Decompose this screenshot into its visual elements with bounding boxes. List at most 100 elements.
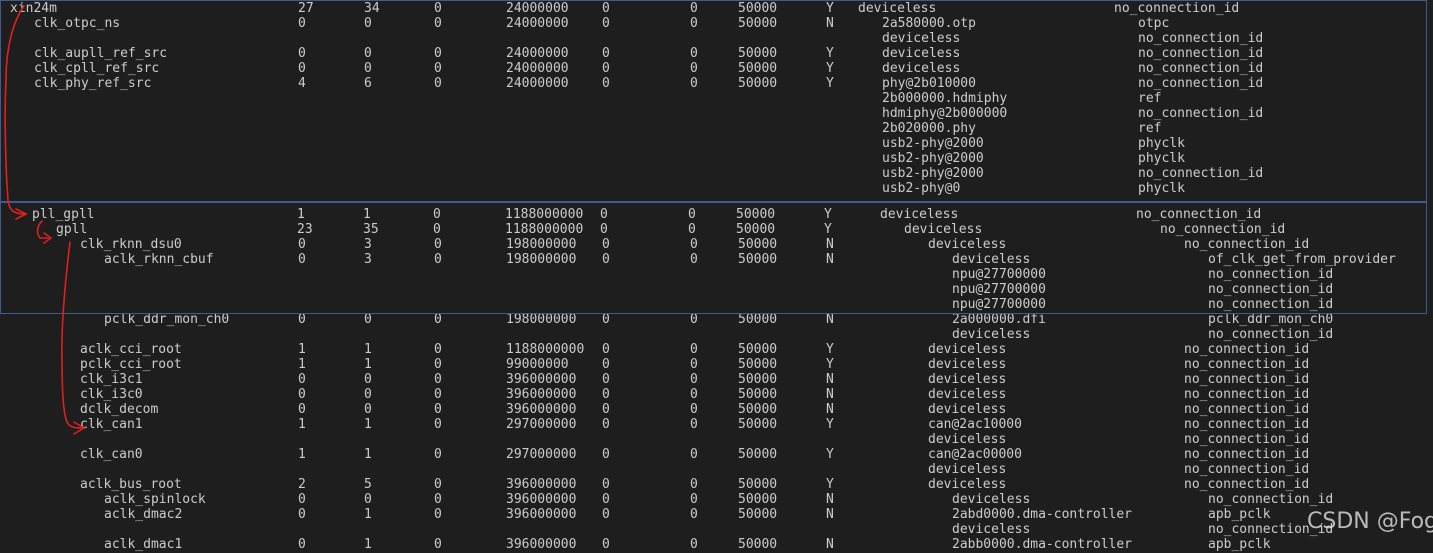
connection-id-cell: no_connection_id (1184, 372, 1310, 387)
phase-cell: 0 (688, 207, 696, 222)
clock-name-cell: aclk_spinlock (104, 492, 206, 507)
clk-summary-row: dclk_decom 0 0 0 396000000 0 0 50000 Ndeviceless… (0, 402, 1433, 417)
clk-summary-row: deviceless no_connection_id (0, 31, 1433, 46)
clk-summary-row: clk_otpc_ns 0 0 0 24000000 0 0 50000 N 2a580000.o… (0, 16, 1433, 31)
accuracy-cell: 0 (600, 222, 608, 237)
consumer-device-cell: 2b020000.phy (882, 121, 976, 136)
rate-cell: 24000000 (506, 46, 569, 61)
phase-cell: 0 (690, 61, 698, 76)
clock-name-cell: clk_rknn_dsu0 (80, 237, 182, 252)
rate-cell: 396000000 (506, 537, 577, 552)
consumer-device-cell: deviceless (928, 462, 1007, 477)
clock-name-cell: clk_can1 (80, 417, 143, 432)
protect-cnt-cell: 0 (434, 417, 442, 432)
duty-cycle-cell: 50000 (736, 222, 776, 237)
phase-cell: 0 (690, 1, 698, 16)
clock-name-cell: clk_otpc_ns (34, 16, 121, 31)
phase-cell: 0 (690, 447, 698, 462)
connection-id-cell: no_connection_id (1160, 222, 1286, 237)
duty-cycle-cell: 50000 (738, 537, 778, 552)
consumer-device-cell: deviceless (882, 46, 961, 61)
rate-cell: 24000000 (506, 76, 569, 91)
clk-summary-row: 2b000000.hdmiphy ref (0, 91, 1433, 106)
consumer-device-cell: deviceless (928, 432, 1007, 447)
clock-name-cell: xin24m (10, 1, 57, 16)
protect-cnt-cell: 0 (433, 207, 441, 222)
rate-cell: 396000000 (506, 507, 577, 522)
consumer-device-cell: deviceless (904, 222, 983, 237)
phase-cell: 0 (690, 312, 698, 327)
accuracy-cell: 0 (602, 402, 610, 417)
phase-cell: 0 (690, 402, 698, 417)
prepare-cnt-cell: 1 (364, 537, 372, 552)
connection-id-cell: no_connection_id (1138, 31, 1264, 46)
protect-cnt-cell: 0 (434, 537, 442, 552)
protect-cnt-cell: 0 (434, 357, 442, 372)
connection-id-cell: ref (1138, 91, 1162, 106)
hardware-enable-cell: N (826, 16, 834, 31)
consumer-device-cell: npu@27700000 (952, 267, 1046, 282)
rate-cell: 99000000 (506, 357, 569, 372)
protect-cnt-cell: 0 (434, 477, 442, 492)
hardware-enable-cell: Y (826, 357, 834, 372)
clk-summary-row: aclk_cci_root 1 1 0 1188000000 0 0 50000 Ydevice… (0, 342, 1433, 357)
duty-cycle-cell: 50000 (738, 372, 778, 387)
accuracy-cell: 0 (602, 492, 610, 507)
consumer-device-cell: npu@27700000 (952, 282, 1046, 297)
enable-cnt-cell: 0 (298, 537, 306, 552)
duty-cycle-cell: 50000 (738, 507, 778, 522)
duty-cycle-cell: 50000 (738, 447, 778, 462)
hardware-enable-cell: N (826, 372, 834, 387)
clk-summary-row: clk_i3c0 0 0 0 396000000 0 0 50000 Ndeviceless no… (0, 387, 1433, 402)
prepare-cnt-cell: 1 (364, 417, 372, 432)
clock-name-cell: pclk_ddr_mon_ch0 (104, 312, 230, 327)
prepare-cnt-cell: 3 (364, 237, 372, 252)
consumer-device-cell: 2a000000.dfi (952, 312, 1046, 327)
clk-summary-row: clk_rknn_dsu0 0 3 0 198000000 0 0 50000 Ndevicel… (0, 237, 1433, 252)
clk-summary-row: usb2-phy@0 phyclk (0, 181, 1433, 196)
connection-id-cell: no_connection_id (1184, 432, 1310, 447)
connection-id-cell: no_connection_id (1138, 106, 1264, 121)
rate-cell: 297000000 (506, 447, 577, 462)
clk-summary-row: deviceless no_connection_id (0, 432, 1433, 447)
enable-cnt-cell: 1 (298, 447, 306, 462)
connection-id-cell: apb_pclk (1208, 537, 1271, 552)
enable-cnt-cell: 4 (298, 76, 306, 91)
rate-cell: 198000000 (506, 252, 577, 267)
connection-id-cell: no_connection_id (1184, 237, 1310, 252)
consumer-device-cell: deviceless (952, 522, 1031, 537)
connection-id-cell: phyclk (1138, 151, 1185, 166)
clock-name-cell: clk_can0 (80, 447, 143, 462)
accuracy-cell: 0 (602, 46, 610, 61)
protect-cnt-cell: 0 (434, 312, 442, 327)
connection-id-cell: no_connection_id (1136, 207, 1262, 222)
duty-cycle-cell: 50000 (738, 61, 778, 76)
accuracy-cell: 0 (602, 537, 610, 552)
consumer-device-cell: can@2ac00000 (928, 447, 1022, 462)
clk-summary-row: aclk_spinlock 0 0 0 396000000 0 0 50000 Ndevicel… (0, 492, 1433, 507)
hardware-enable-cell: Y (826, 447, 834, 462)
hardware-enable-cell: Y (826, 1, 834, 16)
consumer-device-cell: usb2-phy@2000 (882, 136, 984, 151)
clk-summary-row: deviceless no_connection_id (0, 522, 1433, 537)
enable-cnt-cell: 0 (298, 402, 306, 417)
enable-cnt-cell: 1 (298, 342, 306, 357)
clk-summary-row: hdmiphy@2b000000 no_connection_id (0, 106, 1433, 121)
prepare-cnt-cell: 0 (364, 372, 372, 387)
accuracy-cell: 0 (602, 61, 610, 76)
consumer-device-cell: deviceless (928, 477, 1007, 492)
connection-id-cell: no_connection_id (1208, 327, 1334, 342)
terminal-output: xin24m 27 34 0 24000000 0 0 50000 Ydeviceless no_… (0, 0, 1433, 553)
consumer-device-cell: usb2-phy@2000 (882, 151, 984, 166)
accuracy-cell: 0 (602, 76, 610, 91)
protect-cnt-cell: 0 (434, 342, 442, 357)
protect-cnt-cell: 0 (434, 76, 442, 91)
enable-cnt-cell: 0 (298, 46, 306, 61)
clk-summary-row: gpll 23 35 0 1188000000 0 0 50000 Ydeviceless no_… (0, 222, 1433, 237)
prepare-cnt-cell: 0 (364, 492, 372, 507)
consumer-device-cell: 2abb0000.dma-controller (952, 537, 1133, 552)
phase-cell: 0 (688, 222, 696, 237)
prepare-cnt-cell: 0 (364, 387, 372, 402)
clock-name-cell: clk_i3c0 (80, 387, 143, 402)
clock-name-cell: aclk_dmac1 (104, 537, 183, 552)
